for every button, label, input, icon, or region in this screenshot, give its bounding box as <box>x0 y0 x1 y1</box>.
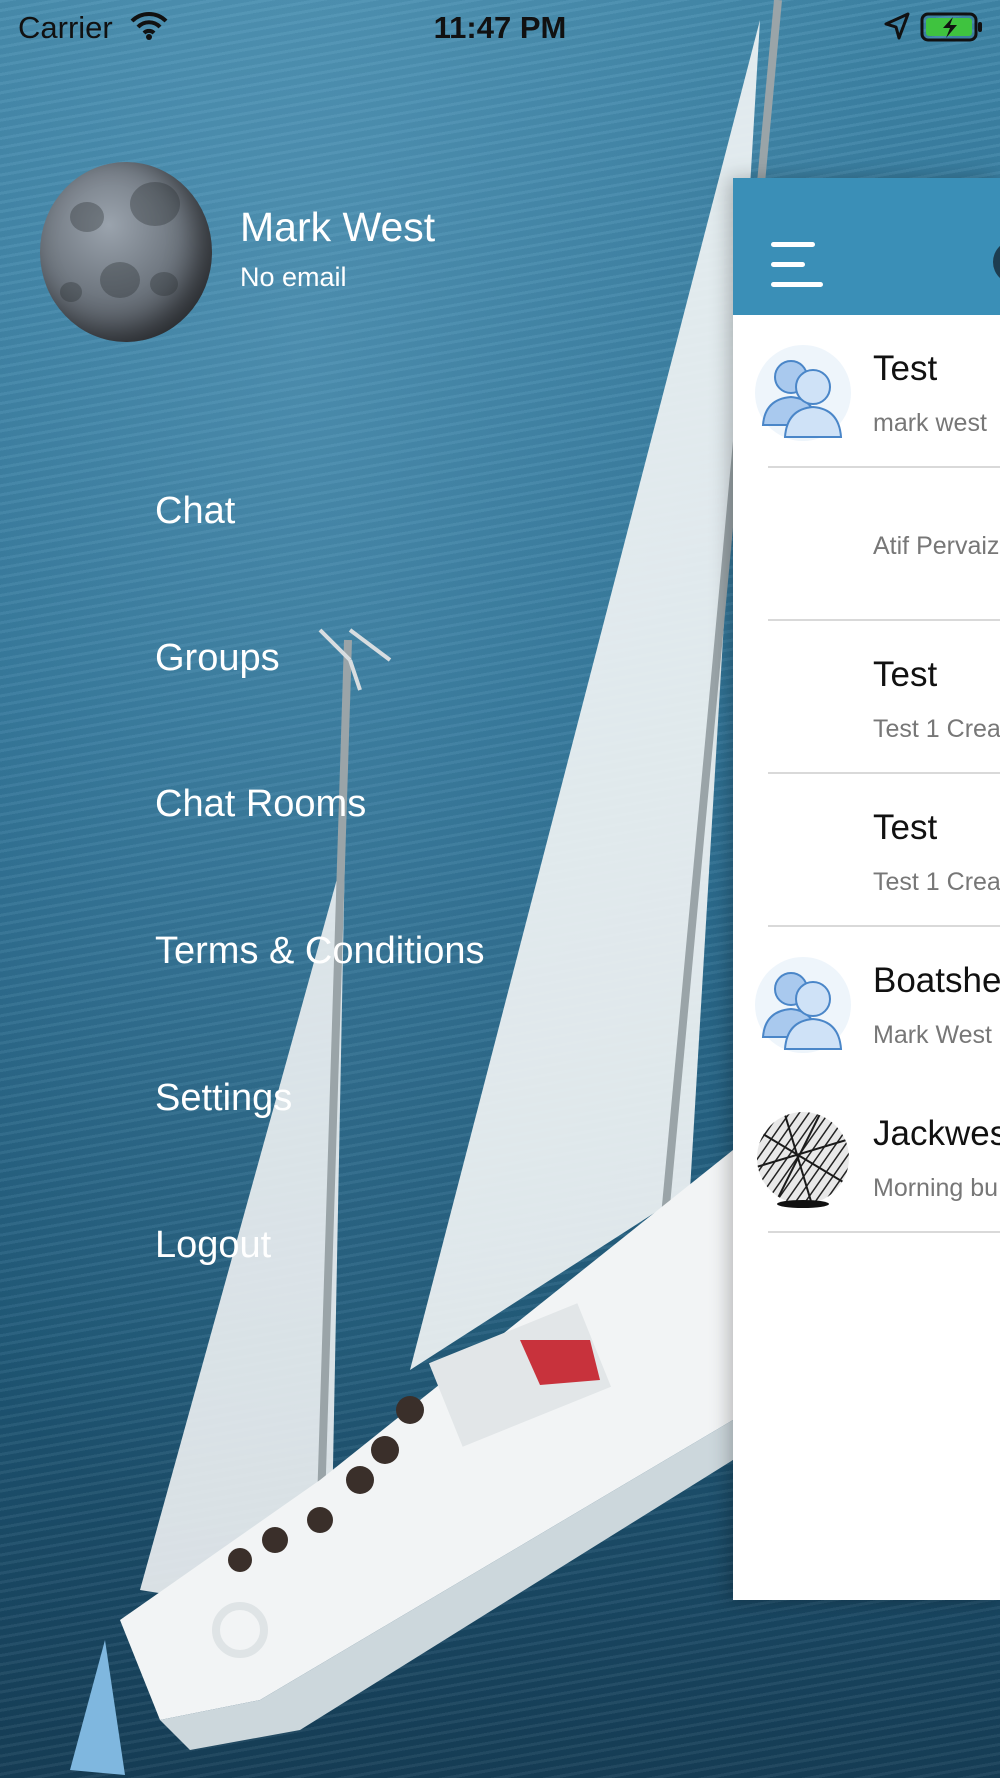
conversation-row[interactable]: Jackwes Morning bu <box>733 1080 1000 1233</box>
menu-item-chat[interactable]: Chat <box>155 490 235 533</box>
header-avatar[interactable] <box>993 240 1000 284</box>
conversation-title: Test <box>873 655 938 694</box>
menu-item-settings[interactable]: Settings <box>155 1077 292 1120</box>
group-icon <box>755 957 851 1053</box>
conversation-row[interactable]: Test Test 1 Crea <box>733 621 1000 774</box>
row-divider <box>768 1231 1000 1233</box>
menu-item-terms-conditions[interactable]: Terms & Conditions <box>155 930 484 973</box>
conversation-row[interactable]: Boatshe Mark West <box>733 927 1000 1080</box>
conversation-title: Jackwes <box>873 1114 1000 1153</box>
conversation-subtitle: Mark West <box>873 1021 992 1049</box>
hamburger-menu-icon[interactable] <box>771 242 823 288</box>
conversation-row[interactable]: Atif Pervaiz <box>733 468 1000 621</box>
conversation-title: Boatshe <box>873 961 1000 1000</box>
top-navigation-bar <box>733 178 1000 315</box>
battery-charging-icon <box>920 12 984 50</box>
pattern-avatar <box>757 1112 849 1208</box>
location-arrow-icon <box>884 12 910 48</box>
conversation-subtitle: Test 1 Crea <box>873 715 1000 743</box>
conversation-subtitle: mark west <box>873 409 987 437</box>
profile-email: No email <box>240 262 347 292</box>
profile-avatar[interactable] <box>40 162 212 342</box>
conversation-row[interactable]: Test Test 1 Crea <box>733 774 1000 927</box>
clock: 11:47 PM <box>433 10 567 45</box>
menu-item-chat-rooms[interactable]: Chat Rooms <box>155 783 366 826</box>
menu-item-groups[interactable]: Groups <box>155 637 280 680</box>
conversation-title: Test <box>873 808 938 847</box>
conversation-row[interactable]: Test mark west <box>733 315 1000 468</box>
conversation-subtitle: Morning bu <box>873 1174 999 1202</box>
profile-name: Mark West <box>240 204 436 250</box>
conversation-subtitle: Test 1 Crea <box>873 868 1000 896</box>
main-content-panel[interactable]: Test mark west Atif Pervaiz Test Test 1 … <box>733 178 1000 1600</box>
menu-item-logout[interactable]: Logout <box>155 1224 271 1267</box>
group-icon <box>755 345 851 441</box>
conversation-title: Test <box>873 349 938 388</box>
status-bar: Carrier 11:47 PM <box>0 0 1000 54</box>
conversation-subtitle: Atif Pervaiz <box>873 532 1000 560</box>
